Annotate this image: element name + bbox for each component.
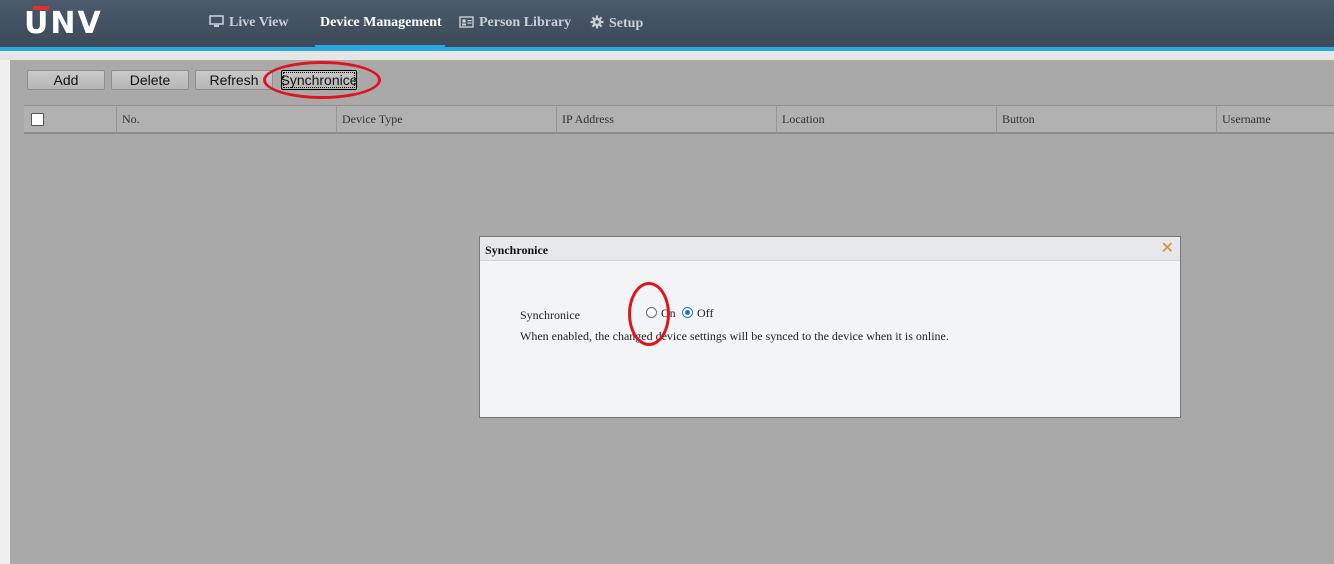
- monitor-icon: [209, 15, 224, 27]
- refresh-button[interactable]: Refresh: [195, 70, 273, 90]
- gear-icon: [590, 15, 604, 29]
- nav-person-library[interactable]: Person Library: [459, 15, 571, 31]
- synchronice-hint-text: When enabled, the changed device setting…: [520, 329, 949, 343]
- close-icon[interactable]: ✕: [1161, 238, 1174, 257]
- radio-on-label[interactable]: On: [661, 306, 676, 321]
- nav-live-view[interactable]: Live View: [209, 15, 289, 31]
- left-margin: [0, 60, 10, 564]
- brand-logo: UNV: [24, 6, 103, 41]
- nav-device-management-label: Device Management: [320, 15, 442, 30]
- select-all-checkbox[interactable]: [31, 113, 44, 126]
- radio-off-label[interactable]: Off: [697, 306, 713, 321]
- delete-button[interactable]: Delete: [111, 70, 189, 90]
- add-button[interactable]: Add: [27, 70, 105, 90]
- id-card-icon: [459, 16, 474, 28]
- dialog-header: Synchronice ✕: [480, 237, 1180, 261]
- column-header-location[interactable]: Location: [776, 106, 996, 133]
- column-header-device-type[interactable]: Device Type: [336, 106, 556, 133]
- nav-device-management[interactable]: Device Management: [320, 15, 442, 31]
- radio-on[interactable]: [646, 307, 657, 318]
- top-bar: UNV Live View Device Management Person L…: [0, 0, 1334, 47]
- radio-off[interactable]: [682, 307, 693, 318]
- nav-person-library-label: Person Library: [479, 15, 572, 30]
- column-header-username[interactable]: Username: [1216, 106, 1334, 133]
- column-header-button[interactable]: Button: [996, 106, 1216, 133]
- column-header-ip-address[interactable]: IP Address: [556, 106, 776, 133]
- nav-live-view-label: Live View: [229, 15, 289, 30]
- synchronice-button[interactable]: Synchronice: [280, 70, 358, 90]
- synchronice-field-label: Synchronice: [520, 308, 580, 322]
- dialog-title: Synchronice: [485, 243, 549, 257]
- synchronice-dialog: Synchronice ✕ Synchronice On Off When en…: [479, 236, 1181, 418]
- nav-setup-label: Setup: [609, 16, 644, 31]
- column-header-no[interactable]: No.: [116, 106, 336, 133]
- device-table-header: No. Device Type IP Address Location Butt…: [24, 105, 1334, 134]
- header-separator: [0, 51, 1334, 60]
- nav-setup[interactable]: Setup: [590, 15, 643, 32]
